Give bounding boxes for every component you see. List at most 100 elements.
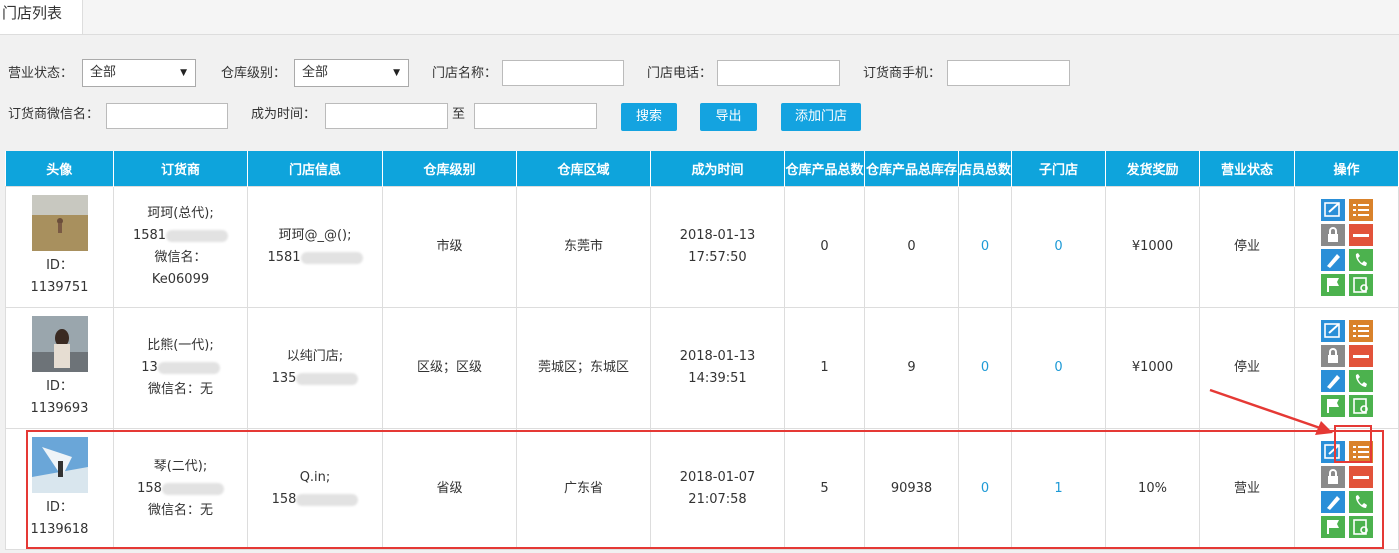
dealer-wechat-name: Ke06099 [151, 272, 210, 287]
avatar[interactable] [31, 195, 88, 251]
time-cell: 2018-01-13 14:39:51 [650, 307, 785, 429]
store-info-cell: 以纯门店; 135 [247, 307, 383, 429]
lock-icon[interactable] [1320, 344, 1345, 367]
blurred-phone [296, 493, 359, 506]
blurred-phone [157, 361, 220, 374]
avatar[interactable] [31, 437, 88, 493]
status-select-value: 全部 [90, 65, 117, 80]
phone-icon[interactable] [1348, 490, 1373, 513]
status-select[interactable]: 全部 ▼ [82, 59, 196, 87]
header-status: 营业状态 [1199, 151, 1295, 187]
time-cell: 2018-01-13 17:57:50 [650, 186, 785, 308]
date: 2018-01-13 [679, 349, 756, 364]
header-sub-stores: 子门店 [1011, 151, 1106, 187]
status-cell: 停业 [1199, 307, 1295, 429]
time-label: 成为时间： [251, 107, 317, 122]
start-time-input[interactable] [325, 103, 448, 129]
staff-link[interactable]: 0 [958, 428, 1012, 550]
filter-panel: 营业状态： 全部 ▼ 仓库级别： 全部 ▼ 门店名称： 门店电话： 订货商手机：… [0, 35, 1399, 145]
store-phone: 1581 [267, 250, 301, 265]
store-info-cell: Q.in; 158 [247, 428, 383, 550]
edit-icon[interactable] [1320, 440, 1345, 463]
area-cell: 广东省 [516, 428, 651, 550]
table-row: ID： 1139618 琴(二代); 158 微信名：无 Q.in; 158 省… [5, 428, 1399, 550]
sub-stores-link[interactable]: 1 [1011, 428, 1106, 550]
action-buttons [1320, 440, 1373, 538]
user-id-label: ID： [46, 500, 73, 515]
flag-icon[interactable] [1320, 515, 1345, 538]
products-cell: 1 [784, 307, 865, 429]
avatar-cell: ID： 1139751 [5, 186, 114, 308]
report-icon[interactable] [1348, 273, 1373, 296]
list-icon[interactable] [1348, 198, 1373, 221]
blurred-phone [161, 482, 224, 495]
report-icon[interactable] [1348, 515, 1373, 538]
edit-icon[interactable] [1320, 319, 1345, 342]
table-row: ID： 1139751 珂珂(总代); 1581 微信名： Ke06099 珂珂… [5, 186, 1399, 308]
header-staff: 店员总数 [958, 151, 1012, 187]
list-icon[interactable] [1348, 319, 1373, 342]
header-reward: 发货奖励 [1105, 151, 1200, 187]
search-button[interactable]: 搜索 [621, 103, 677, 131]
user-id: 1139618 [30, 522, 89, 537]
list-icon[interactable] [1348, 440, 1373, 463]
user-id-label: ID： [46, 258, 73, 273]
flag-icon[interactable] [1320, 394, 1345, 417]
store-phone-input[interactable] [717, 60, 840, 86]
to-label: 至 [452, 107, 466, 122]
stock-cell: 90938 [864, 428, 959, 550]
add-store-button[interactable]: 添加门店 [781, 103, 861, 131]
tab-store-list[interactable]: 门店列表 [0, 0, 83, 34]
stock-cell: 9 [864, 307, 959, 429]
dealer-wechat: 微信名：无 [147, 382, 213, 397]
blurred-phone [296, 372, 359, 385]
phone-icon[interactable] [1348, 369, 1373, 392]
minus-icon[interactable] [1348, 344, 1373, 367]
pencil-icon[interactable] [1320, 490, 1345, 513]
dealer-phone: 158 [137, 481, 162, 496]
date: 2018-01-13 [679, 228, 756, 243]
store-phone-label: 门店电话： [647, 66, 713, 81]
dealer-phone-input[interactable] [947, 60, 1070, 86]
header-store-info: 门店信息 [247, 151, 383, 187]
sub-stores-link[interactable]: 0 [1011, 307, 1106, 429]
minus-icon[interactable] [1348, 465, 1373, 488]
lock-icon[interactable] [1320, 223, 1345, 246]
end-time-input[interactable] [474, 103, 597, 129]
header-area: 仓库区域 [516, 151, 651, 187]
store-name-input[interactable] [502, 60, 624, 86]
staff-link[interactable]: 0 [958, 186, 1012, 308]
header-level: 仓库级别 [382, 151, 517, 187]
pencil-icon[interactable] [1320, 369, 1345, 392]
sub-stores-link[interactable]: 0 [1011, 186, 1106, 308]
dealer-phone: 13 [141, 360, 158, 375]
dealer-cell: 琴(二代); 158 微信名：无 [113, 428, 248, 550]
dealer-name: 珂珂(总代); [147, 206, 214, 221]
staff-link[interactable]: 0 [958, 307, 1012, 429]
level-cell: 区级；区级 [382, 307, 517, 429]
reward-cell: ¥1000 [1105, 307, 1200, 429]
store-phone: 158 [271, 492, 297, 507]
actions-cell [1294, 428, 1399, 550]
time: 14:39:51 [688, 371, 747, 386]
stock-cell: 0 [864, 186, 959, 308]
edit-icon[interactable] [1320, 198, 1345, 221]
actions-cell [1294, 186, 1399, 308]
dealer-phone: 1581 [132, 228, 167, 243]
avatar[interactable] [31, 316, 88, 372]
flag-icon[interactable] [1320, 273, 1345, 296]
lock-icon[interactable] [1320, 465, 1345, 488]
blurred-phone [300, 251, 363, 264]
report-icon[interactable] [1348, 394, 1373, 417]
store-name: 珂珂@_@(); [278, 228, 352, 243]
minus-icon[interactable] [1348, 223, 1373, 246]
level-select[interactable]: 全部 ▼ [294, 59, 409, 87]
export-button[interactable]: 导出 [700, 103, 757, 131]
reward-cell: 10% [1105, 428, 1200, 550]
avatar-cell: ID： 1139693 [5, 307, 114, 429]
user-id: 1139693 [30, 401, 89, 416]
phone-icon[interactable] [1348, 248, 1373, 271]
store-info-cell: 珂珂@_@(); 1581 [247, 186, 383, 308]
dealer-wechat-input[interactable] [106, 103, 228, 129]
pencil-icon[interactable] [1320, 248, 1345, 271]
